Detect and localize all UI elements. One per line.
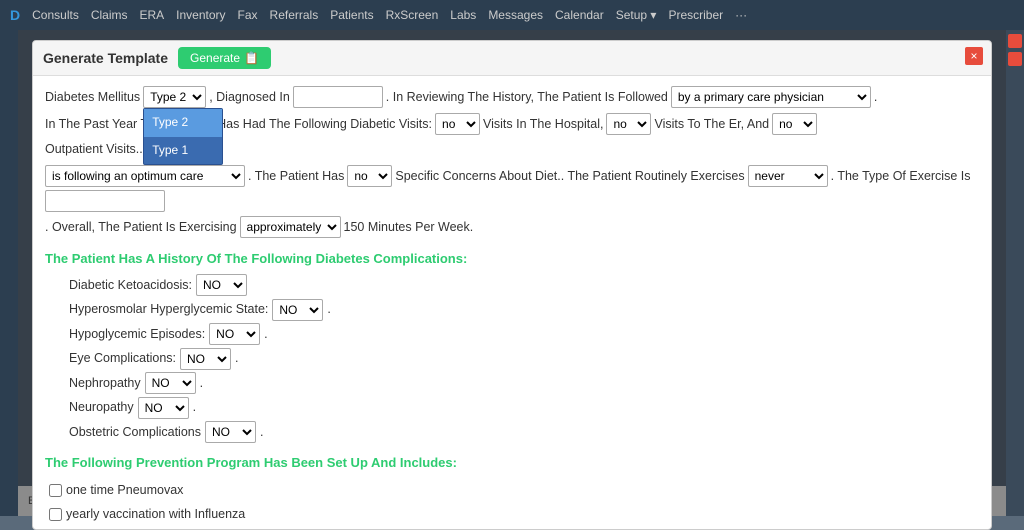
exercises-select[interactable]: never sometimes daily weekly xyxy=(748,165,828,187)
patient-has-label: . The Patient Has xyxy=(248,165,344,188)
top-navigation: D Consults Claims ERA Inventory Fax Refe… xyxy=(0,0,1024,30)
form-line-1: Diabetes Mellitus Type 1 Type 2 Type 2 T… xyxy=(45,86,979,109)
type1-option[interactable]: Type 1 xyxy=(144,137,222,165)
nav-inventory[interactable]: Inventory xyxy=(176,8,225,22)
following-select[interactable]: is following an optimum care is not foll… xyxy=(45,165,245,187)
type-exercise-label: . The Type Of Exercise Is xyxy=(831,165,971,188)
close-button[interactable]: × xyxy=(965,47,983,65)
prevention-pneumovax: one time Pneumovax xyxy=(49,479,979,502)
nav-rxscreen[interactable]: RxScreen xyxy=(386,8,439,22)
generate-icon: 📋 xyxy=(244,51,259,65)
diagnosed-in-input[interactable] xyxy=(293,86,383,108)
type2-option[interactable]: Type 2 xyxy=(144,109,222,137)
prevention-list: one time Pneumovax yearly vaccination wi… xyxy=(45,479,979,529)
type-dropdown-popup[interactable]: Type 2 Type 1 xyxy=(143,108,223,165)
visits-er-label: Visits To The Er, And xyxy=(654,113,769,136)
form-line-4: . Overall, The Patient Is Exercising app… xyxy=(45,216,979,239)
complications-heading: The Patient Has A History Of The Followi… xyxy=(45,247,979,270)
right-sidebar xyxy=(1006,30,1024,516)
er-select[interactable]: no yes xyxy=(772,113,817,135)
modal-header: Generate Template Generate 📋 × xyxy=(33,41,991,76)
complication-label-2: Hypoglycemic Episodes: xyxy=(69,323,205,346)
minutes-label: 150 Minutes Per Week. xyxy=(344,216,474,239)
prevention-heading: The Following Prevention Program Has Bee… xyxy=(45,451,979,474)
period-7: . xyxy=(260,421,263,444)
hospital-select[interactable]: no yes xyxy=(606,113,651,135)
nav-labs[interactable]: Labs xyxy=(450,8,476,22)
pneumovax-label: one time Pneumovax xyxy=(66,479,183,502)
left-sidebar xyxy=(0,30,18,516)
followed-by-select[interactable]: by a primary care physician by an endocr… xyxy=(671,86,871,108)
generate-label: Generate xyxy=(190,51,240,65)
nav-calendar[interactable]: Calendar xyxy=(555,8,604,22)
overall-label: . Overall, The Patient Is Exercising xyxy=(45,216,237,239)
nav-messages[interactable]: Messages xyxy=(488,8,543,22)
influenza-checkbox[interactable] xyxy=(49,508,62,521)
nav-more[interactable]: ··· xyxy=(735,8,747,22)
modal-title: Generate Template xyxy=(43,50,168,66)
nav-fax[interactable]: Fax xyxy=(238,8,258,22)
pneumovax-checkbox[interactable] xyxy=(49,484,62,497)
period-3: . xyxy=(264,323,267,346)
complication-select-4[interactable]: NOYES xyxy=(145,372,196,394)
had-visits-label: Has Had The Following Diabetic Visits: xyxy=(217,113,432,136)
diabetes-mellitus-label: Diabetes Mellitus xyxy=(45,86,140,109)
complication-label-3: Eye Complications: xyxy=(69,347,176,370)
period-1: . xyxy=(874,86,877,109)
nav-prescriber[interactable]: Prescriber xyxy=(668,8,723,22)
nav-era[interactable]: ERA xyxy=(139,8,164,22)
generate-template-modal: Generate Template Generate 📋 × Diabetes … xyxy=(32,40,992,530)
complication-select-5[interactable]: NOYES xyxy=(138,397,189,419)
complication-label-5: Neuropathy xyxy=(69,396,134,419)
nav-claims[interactable]: Claims xyxy=(91,8,128,22)
complication-select-1[interactable]: NOYES xyxy=(272,299,323,321)
period-4: . xyxy=(235,347,238,370)
complication-label-0: Diabetic Ketoacidosis: xyxy=(69,274,192,297)
form-line-3: is following an optimum care is not foll… xyxy=(45,165,979,213)
complication-neuropathy: Neuropathy NOYES . xyxy=(69,396,979,419)
complication-label-6: Obstetric Complications xyxy=(69,421,201,444)
past-year-label: In The Past Year T xyxy=(45,113,148,136)
complication-eye: Eye Complications: NOYES . xyxy=(69,347,979,370)
complication-select-6[interactable]: NOYES xyxy=(205,421,256,443)
complications-list: Diabetic Ketoacidosis: NOYES Hyperosmola… xyxy=(45,274,979,444)
patient-has-select[interactable]: no yes xyxy=(347,165,392,187)
exercise-type-input[interactable] xyxy=(45,190,165,212)
modal-body: Diabetes Mellitus Type 1 Type 2 Type 2 T… xyxy=(33,76,991,529)
sidebar-btn-1[interactable] xyxy=(1008,34,1022,48)
reviewing-label: . In Reviewing The History, The Patient … xyxy=(386,86,668,109)
complication-hyperosmolar: Hyperosmolar Hyperglycemic State: NOYES … xyxy=(69,298,979,321)
nav-referrals[interactable]: Referrals xyxy=(270,8,319,22)
visits-hospital-label: Visits In The Hospital, xyxy=(483,113,603,136)
visits-no-select[interactable]: no yes xyxy=(435,113,480,135)
sidebar-btn-2[interactable] xyxy=(1008,52,1022,66)
diabetes-type-select[interactable]: Type 1 Type 2 xyxy=(143,86,206,108)
influenza-label: yearly vaccination with Influenza xyxy=(66,503,245,526)
footcare-label: foot care instruction xyxy=(66,528,175,529)
period-6: . xyxy=(193,396,196,419)
complication-hypoglycemic: Hypoglycemic Episodes: NOYES . xyxy=(69,323,979,346)
modal-overlay: Generate Template Generate 📋 × Diabetes … xyxy=(18,30,1006,516)
type-select-wrapper: Type 1 Type 2 Type 2 Type 1 xyxy=(143,86,206,109)
complication-label-1: Hyperosmolar Hyperglycemic State: xyxy=(69,298,268,321)
nav-consults[interactable]: Consults xyxy=(32,8,79,22)
complication-select-0[interactable]: NOYES xyxy=(196,274,247,296)
period-5: . xyxy=(200,372,203,395)
complication-nephropathy: Nephropathy NOYES . xyxy=(69,372,979,395)
nav-patients[interactable]: Patients xyxy=(330,8,373,22)
overall-select[interactable]: approximately less than more than xyxy=(240,216,341,238)
complication-obstetric: Obstetric Complications NOYES . xyxy=(69,421,979,444)
prevention-influenza: yearly vaccination with Influenza xyxy=(49,503,979,526)
nav-setup[interactable]: Setup ▾ xyxy=(616,8,657,22)
complication-ketoacidosis: Diabetic Ketoacidosis: NOYES xyxy=(69,274,979,297)
generate-button[interactable]: Generate 📋 xyxy=(178,47,271,69)
period-2: . xyxy=(327,298,330,321)
prevention-footcare: foot care instruction xyxy=(49,528,979,529)
complication-label-4: Nephropathy xyxy=(69,372,141,395)
complication-select-2[interactable]: NOYES xyxy=(209,323,260,345)
complication-select-3[interactable]: NOYES xyxy=(180,348,231,370)
logo: D xyxy=(10,7,20,23)
concerns-label: Specific Concerns About Diet.. The Patie… xyxy=(395,165,744,188)
diagnosed-in-label: , Diagnosed In xyxy=(209,86,290,109)
